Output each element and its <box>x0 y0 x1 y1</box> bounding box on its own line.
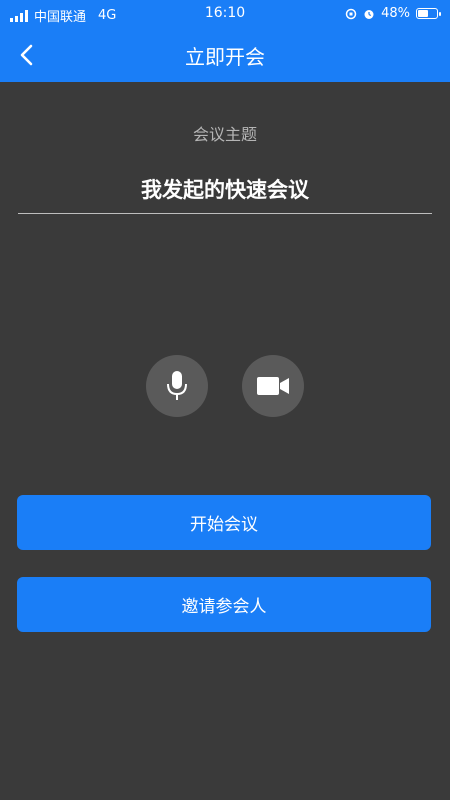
invite-participants-button[interactable]: 邀请参会人 <box>17 577 431 632</box>
video-camera-icon <box>257 377 289 395</box>
orientation-lock-icon <box>345 8 357 19</box>
status-right: 48% <box>345 6 441 21</box>
battery-percent: 48% <box>381 6 410 21</box>
page-title: 立即开会 <box>185 45 265 69</box>
alarm-icon <box>364 9 374 19</box>
nav-bar: 立即开会 <box>0 28 450 82</box>
status-bar: 中国联通 4G 16:10 48% <box>0 0 450 28</box>
camera-toggle-button[interactable] <box>242 355 304 417</box>
start-meeting-button[interactable]: 开始会议 <box>17 495 431 550</box>
chevron-left-icon <box>20 44 33 66</box>
battery-fill <box>418 10 428 17</box>
topic-label: 会议主题 <box>192 125 257 144</box>
battery-icon <box>416 8 441 19</box>
back-button[interactable] <box>8 36 46 74</box>
microphone-icon <box>167 371 187 400</box>
microphone-toggle-button[interactable] <box>146 355 208 417</box>
topic-input[interactable] <box>18 164 432 214</box>
